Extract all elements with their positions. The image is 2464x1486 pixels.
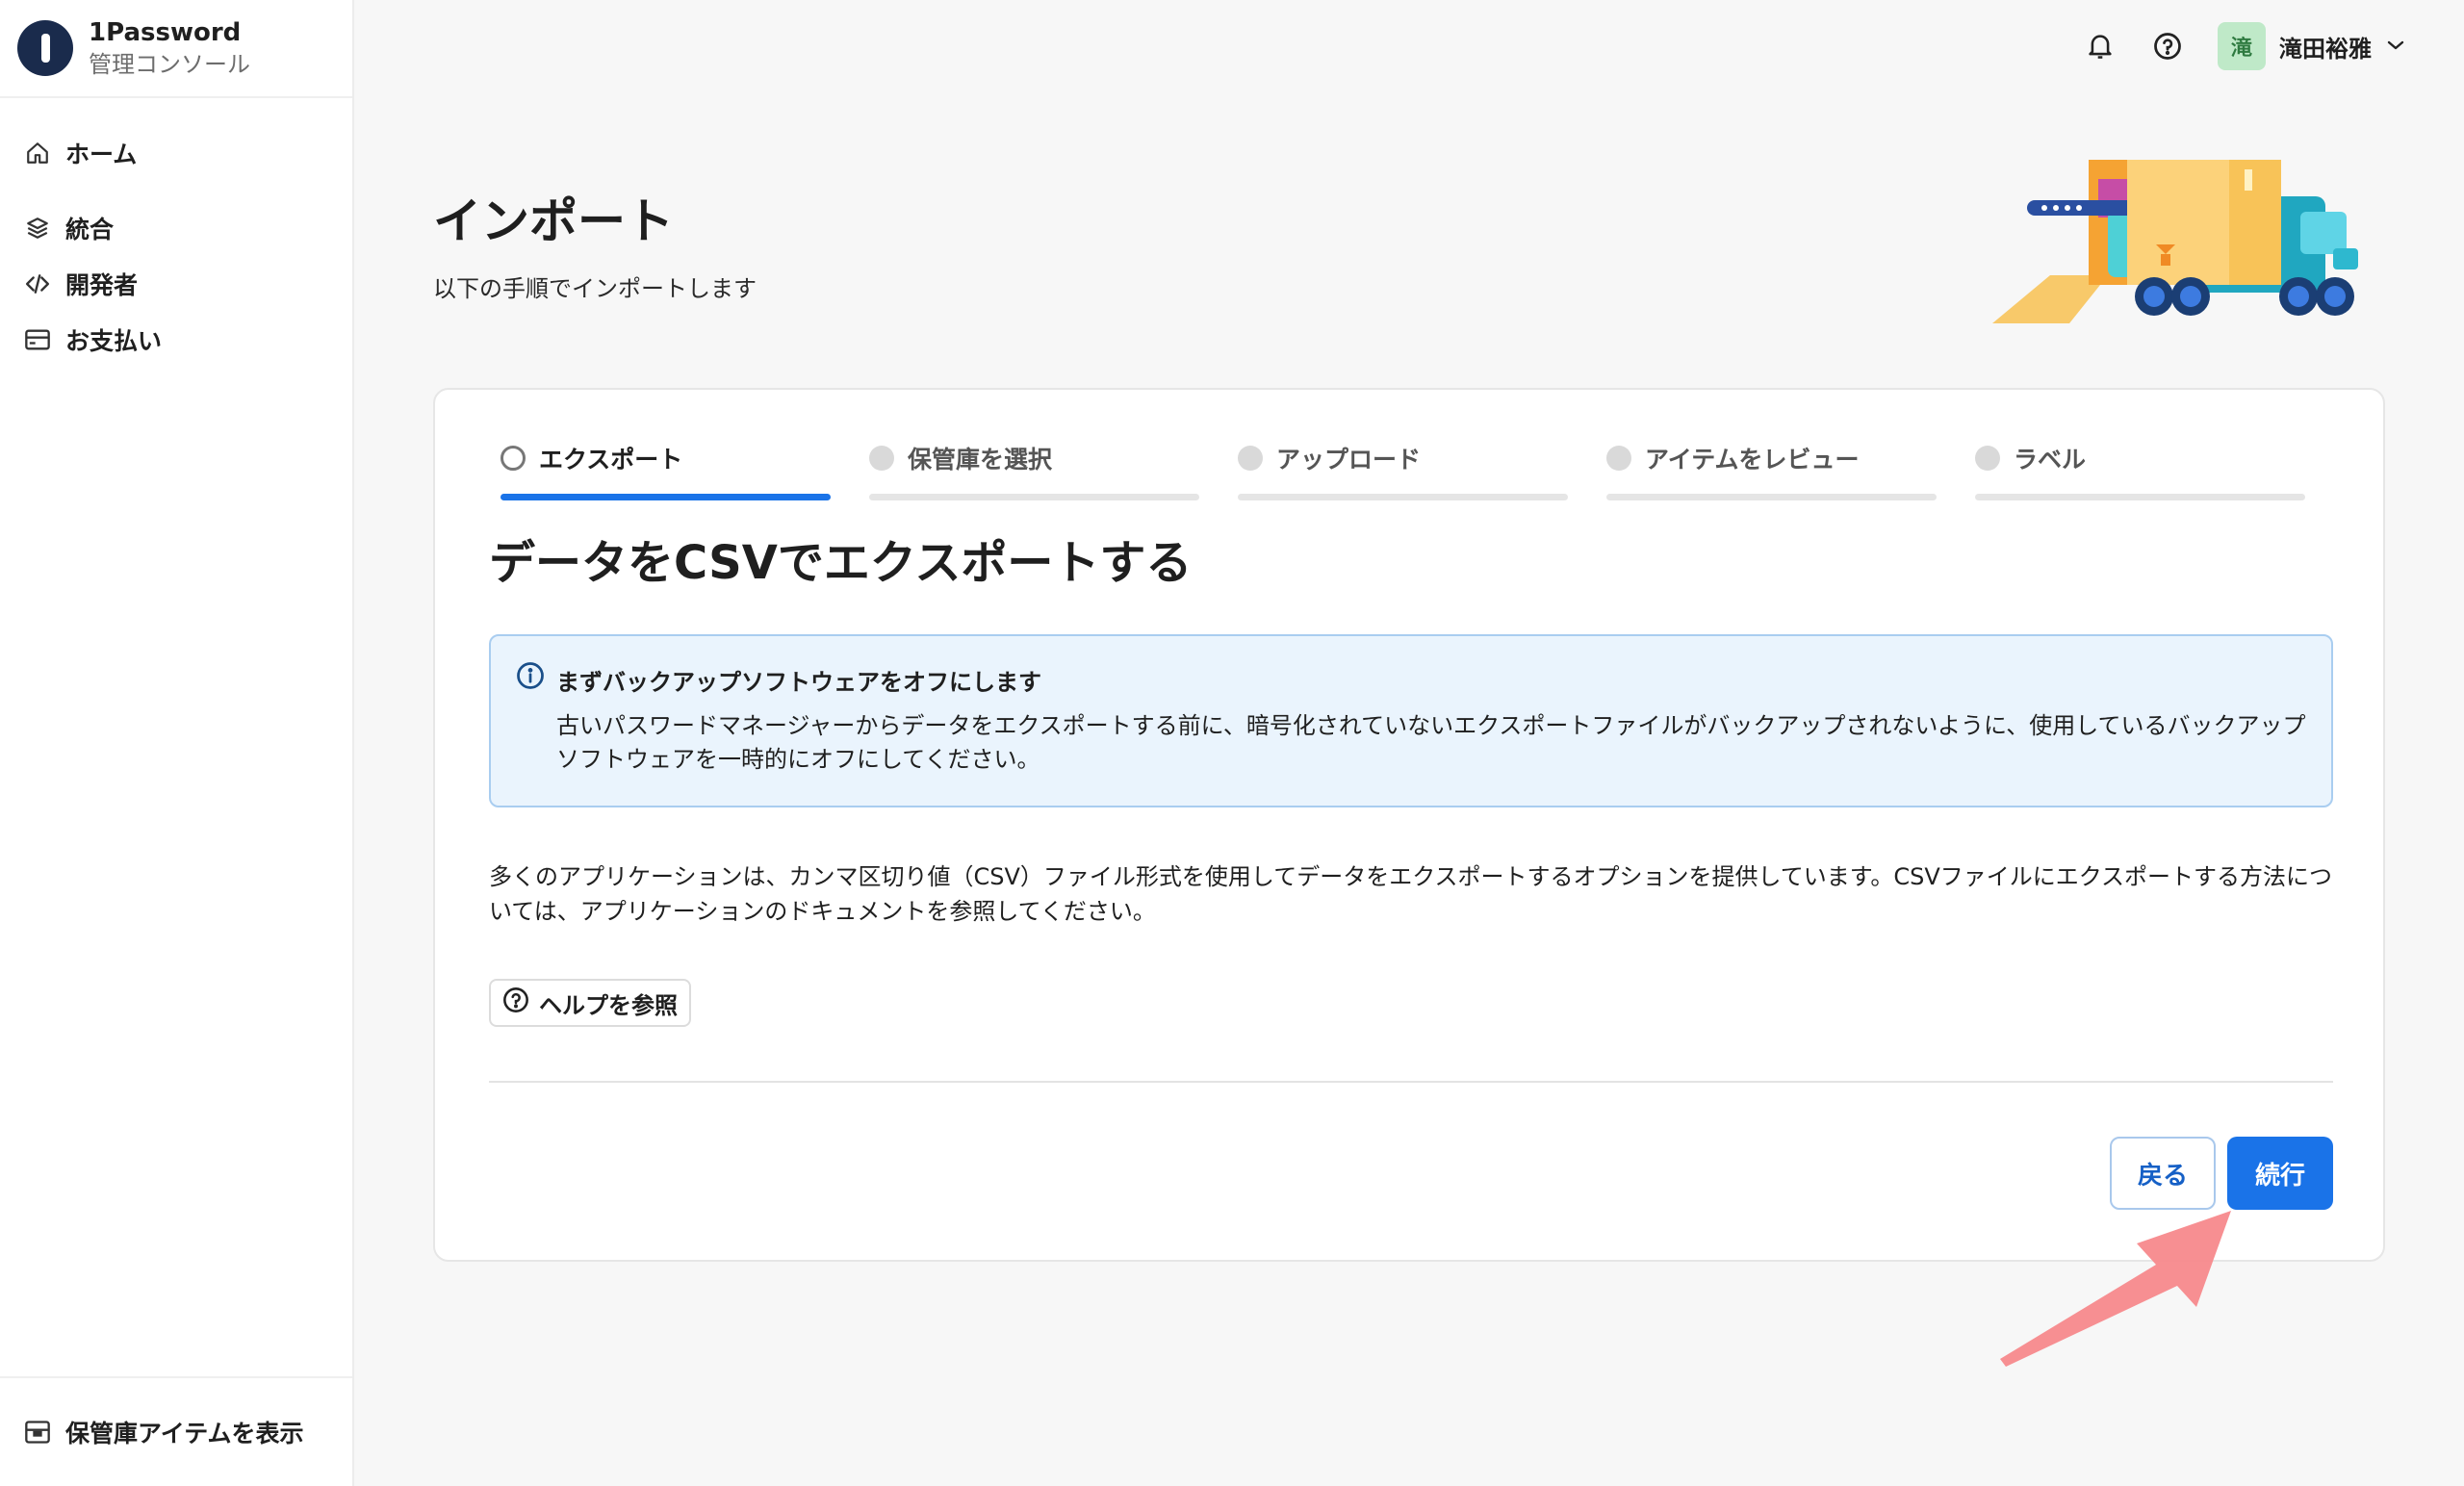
step-progress-bar [1975,494,2305,500]
bell-icon[interactable] [2083,29,2118,64]
step-label: 保管庫を選択 [908,446,1053,474]
help-icon[interactable] [2150,29,2185,64]
step-progress-bar [1238,494,1568,500]
import-truck-illustration [1992,154,2387,337]
integrations-icon [23,214,52,243]
1password-logo-icon [17,20,73,76]
step-label: アップロード [1276,446,1422,474]
user-menu[interactable]: 滝 滝田裕雅 [2218,22,2406,70]
help-button-label: ヘルプを参照 [539,991,678,1019]
sidebar-nav: ホーム 統合 開発者 お支払い [0,98,352,368]
help-button[interactable]: ヘルプを参照 [489,979,691,1027]
app-window: 1Password 管理コンソール ホーム 統合 開発者 お支払い 保管庫アイテ… [0,0,2464,1486]
brand-name: 1Password [89,17,242,47]
step-label-tab[interactable]: ラベル [1975,442,2305,500]
step-progress-bar [869,494,1199,500]
sidebar-item-developer[interactable]: 開発者 [0,256,352,312]
sidebar: 1Password 管理コンソール ホーム 統合 開発者 お支払い 保管庫アイテ… [0,0,354,1486]
chevron-down-icon [2385,38,2406,56]
view-vault-items-link[interactable]: 保管庫アイテムを表示 [0,1376,352,1486]
info-body: 古いパスワードマネージャーからデータをエクスポートする前に、暗号化されていないエ… [556,712,2306,773]
help-icon [502,986,529,1019]
sidebar-item-home[interactable]: ホーム [0,125,352,181]
step-circle-icon [1238,446,1263,471]
step-review-items[interactable]: アイテムをレビュー [1606,442,1937,500]
step-progress-bar [500,494,831,500]
user-name: 滝田裕雅 [2279,35,2372,63]
page-subtitle: 以下の手順でインポートします [433,275,757,302]
topbar: 滝 滝田裕雅 [2083,17,2406,75]
step-select-vault[interactable]: 保管庫を選択 [869,442,1199,500]
sidebar-footer-label: 保管庫アイテムを表示 [65,1420,304,1448]
info-title: まずバックアップソフトウェアをオフにします [556,669,1041,696]
vault-icon [23,1418,52,1447]
sidebar-item-label: 統合 [65,216,115,243]
sidebar-item-label: 開発者 [65,271,139,299]
home-icon [23,139,52,167]
step-circle-icon [1606,446,1631,471]
brand-subtitle: 管理コンソール [89,50,250,78]
brand-text: 1Password 管理コンソール [89,18,250,79]
info-icon [516,661,545,690]
section-title: データをCSVでエクスポートする [489,536,1193,590]
step-label: ラベル [2014,446,2087,474]
step-progress-bar [1606,494,1937,500]
back-button[interactable]: 戻る [2110,1137,2216,1210]
avatar: 滝 [2218,22,2266,70]
step-circle-icon [869,446,894,471]
step-upload[interactable]: アップロード [1238,442,1568,500]
description-text: 多くのアプリケーションは、カンマ区切り値（CSV）ファイル形式を使用してデータを… [489,863,2333,925]
continue-button[interactable]: 続行 [2227,1137,2333,1210]
code-icon [23,269,52,298]
step-export[interactable]: エクスポート [500,442,831,500]
brand[interactable]: 1Password 管理コンソール [0,0,352,98]
sidebar-item-billing[interactable]: お支払い [0,312,352,368]
info-callout: まずバックアップソフトウェアをオフにします 古いパスワードマネージャーからデータ… [489,634,2333,807]
annotation-arrow-icon [1992,1203,2243,1367]
step-label: アイテムをレビュー [1645,446,1860,474]
step-label: エクスポート [539,446,683,474]
credit-card-icon [23,325,52,354]
import-card: エクスポート 保管庫を選択 アップロード アイテムをレビュー ラベル データをC… [433,388,2385,1262]
step-circle-icon [500,446,526,471]
sidebar-item-label: ホーム [65,141,138,168]
step-circle-icon [1975,446,2000,471]
divider [489,1081,2333,1083]
sidebar-item-integrations[interactable]: 統合 [0,200,352,256]
page-title: インポート [433,193,674,249]
sidebar-item-label: お支払い [65,327,163,355]
stepper: エクスポート 保管庫を選択 アップロード アイテムをレビュー ラベル [500,442,2305,500]
